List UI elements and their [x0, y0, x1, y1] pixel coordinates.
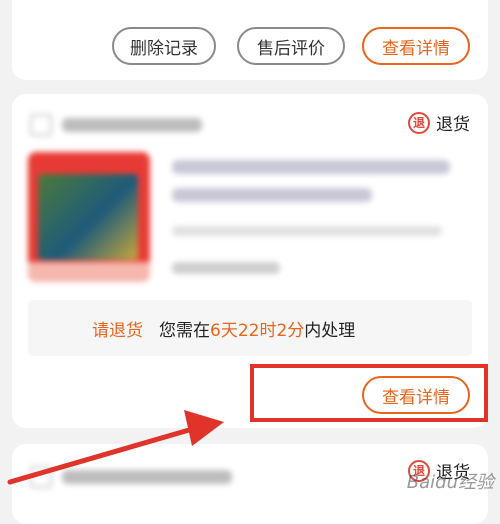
- order-card-previous: 删除记录 售后评价 查看详情: [12, 0, 488, 80]
- view-details-button[interactable]: 查看详情: [362, 27, 470, 65]
- shop-name-blurred: [62, 118, 202, 132]
- shop-header[interactable]: [30, 114, 202, 136]
- deadline-value: 6天22时2分: [210, 320, 305, 341]
- shop-name-blurred: [62, 470, 232, 484]
- after-sale-review-button[interactable]: 售后评价: [237, 27, 345, 65]
- watermark-logo: Baidu经验: [406, 472, 494, 493]
- notice-prefix: 您需在: [159, 320, 210, 341]
- return-icon: 退: [408, 111, 430, 134]
- notice-suffix: 内处理: [304, 320, 356, 341]
- product-image[interactable]: [28, 152, 150, 282]
- return-request-label: 请退货: [92, 320, 143, 341]
- return-notice: 请退货 您需在 6天22时2分 内处理: [28, 300, 472, 356]
- shop-icon: [30, 114, 52, 136]
- delete-record-button[interactable]: 删除记录: [112, 27, 216, 65]
- shop-icon: [30, 466, 52, 488]
- return-status: 退 退货: [408, 110, 470, 135]
- return-status-label: 退货: [436, 115, 470, 135]
- shop-header[interactable]: [30, 466, 232, 488]
- highlight-box: [250, 364, 488, 422]
